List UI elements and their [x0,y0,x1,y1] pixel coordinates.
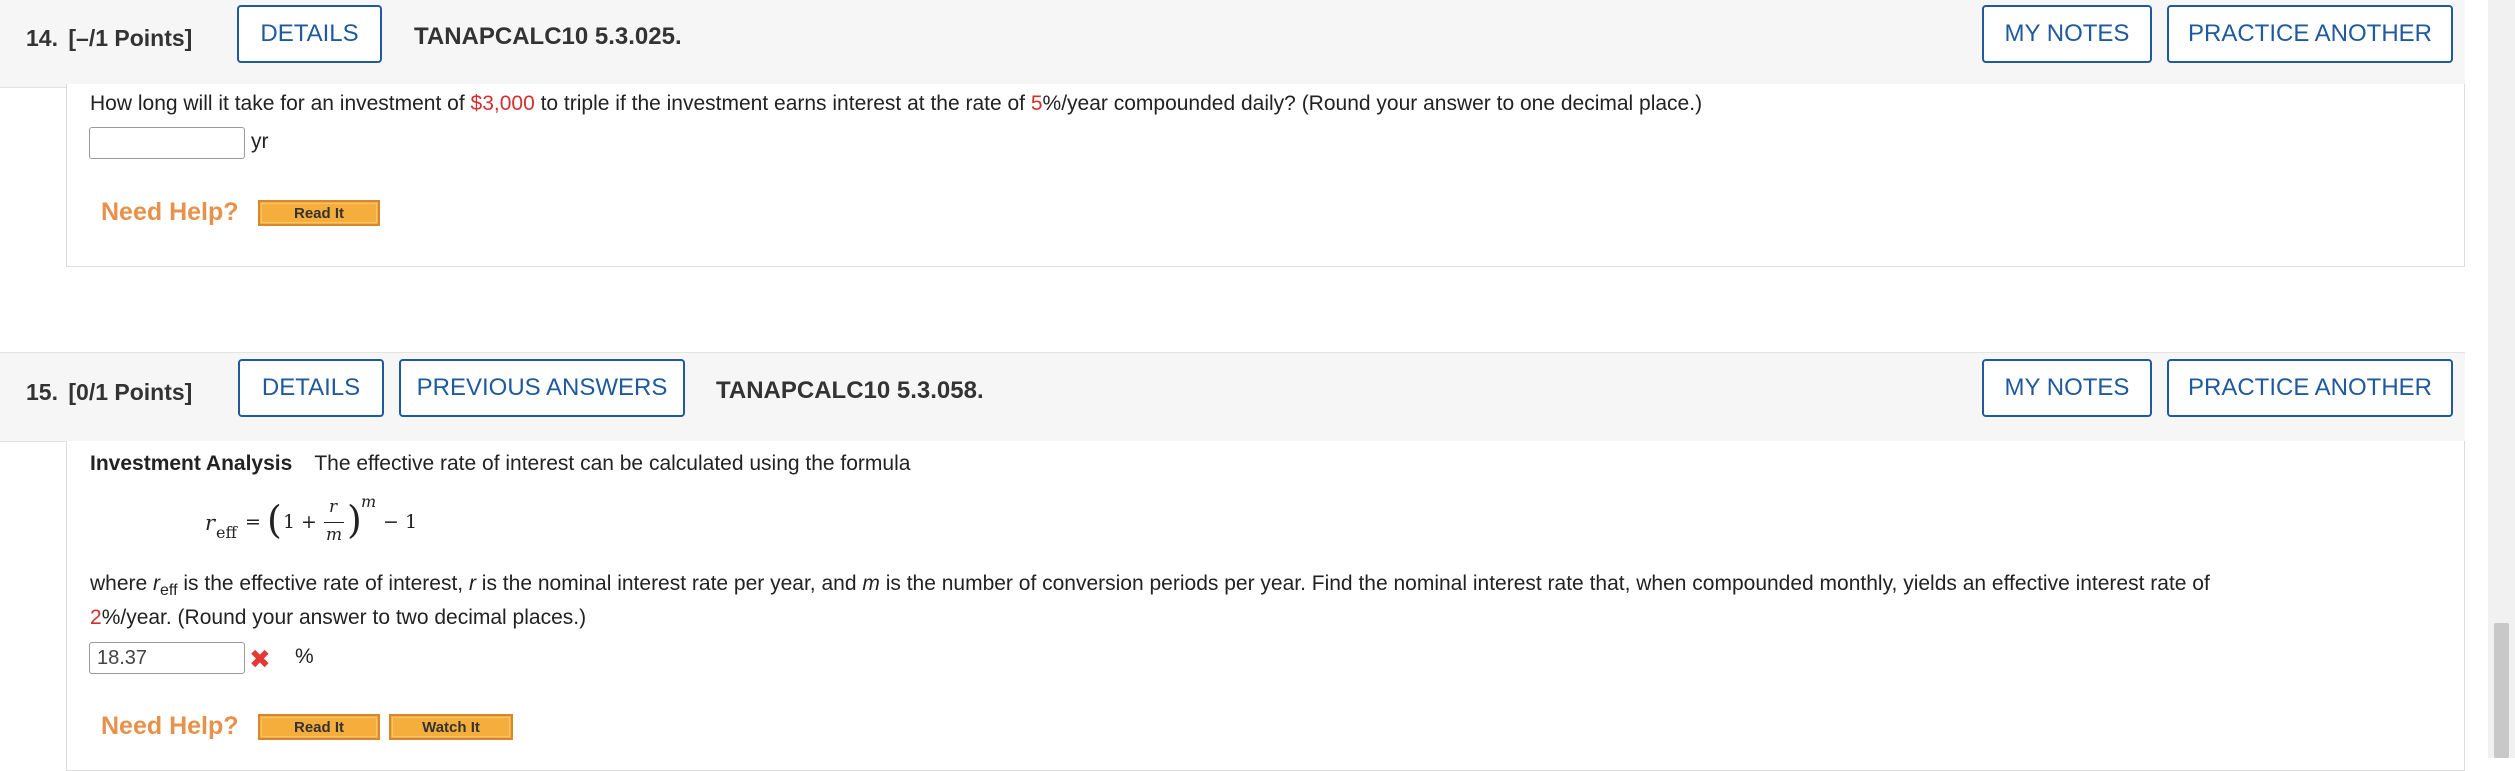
q15-rate: 2 [90,606,102,629]
q14-practice-another-button[interactable]: PRACTICE ANOTHER [2167,5,2453,63]
q15-intro: Investment Analysis The effective rate of… [90,452,910,476]
q15-watch-it-button[interactable]: Watch It [389,714,513,740]
formula-plus: + [301,511,317,533]
q15-title: Investment Analysis [90,452,293,475]
formula-right-paren: ) [347,498,362,542]
q14-answer-input[interactable] [89,127,245,159]
q15-unit: % [295,645,314,668]
formula-left-paren: ( [267,498,282,542]
q14-my-notes-button[interactable]: MY NOTES [1982,5,2152,63]
q14-number: 14. [26,25,58,51]
q14-need-help-label: Need Help? [101,198,239,226]
where-r-sub: eff [160,582,178,600]
q15-read-it-button[interactable]: Read It [258,714,380,740]
formula-numerator: r [329,497,338,517]
q14-unit: yr [251,130,269,153]
q15-number-points: 15. [0/1 Points] [26,379,192,406]
formula-equals: = [245,511,261,533]
q15-intro-text: The effective rate of interest can be ca… [314,452,911,475]
where-r2: r [468,572,476,595]
q14-rate: 5 [1030,92,1043,115]
formula-lhs-sub: eff [216,523,237,542]
formula-denominator: m [326,525,343,545]
page-scrollbar-thumb[interactable] [2494,623,2509,758]
q15-details-button[interactable]: DETAILS [238,359,384,417]
q14-question-text: How long will it take for an investment … [90,92,1703,115]
q14-amount: $3,000 [470,92,535,115]
q14-read-it-button[interactable]: Read It [258,200,380,226]
where-r: r [153,572,161,595]
q14-code: TANAPCALC10 5.3.025. [414,23,682,50]
formula-exponent: m [361,492,377,511]
q15-where-line: where reff is the effective rate of inte… [90,572,2210,600]
where-m: m [862,572,880,595]
q15-number: 15. [26,379,58,405]
formula-minus-one: − 1 [383,511,418,533]
q15-line2: 2%/year. (Round your answer to two decim… [90,606,587,629]
q15-my-notes-button[interactable]: MY NOTES [1982,359,2152,417]
incorrect-x-icon: ✖ [249,644,271,674]
q15-points: [0/1 Points] [68,379,193,405]
effective-rate-formula: r eff = ( 1 + r m ) m − 1 [205,492,435,556]
q14-number-points: 14. [–/1 Points] [26,25,192,52]
q14-points: [–/1 Points] [68,25,193,51]
formula-lhs: r [205,511,216,535]
q15-code: TANAPCALC10 5.3.058. [716,377,984,404]
q14-header: 14. [–/1 Points] DETAILS TANAPCALC10 5.3… [0,0,2465,88]
q15-answer-input[interactable] [89,642,245,674]
formula-one: 1 [283,511,296,533]
q14-details-button[interactable]: DETAILS [237,5,382,63]
q15-need-help-label: Need Help? [101,712,239,740]
q15-previous-answers-button[interactable]: PREVIOUS ANSWERS [399,359,685,417]
formula-fraction-bar [324,522,344,523]
q15-practice-another-button[interactable]: PRACTICE ANOTHER [2167,359,2453,417]
q15-header: 15. [0/1 Points] DETAILS PREVIOUS ANSWER… [0,352,2465,442]
